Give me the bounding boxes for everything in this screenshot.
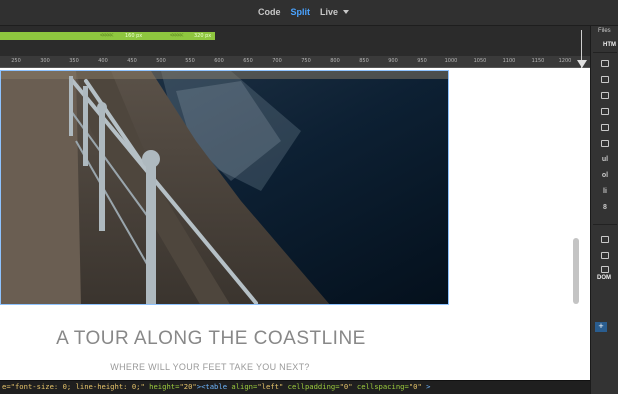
list-item-icon[interactable]: li — [600, 186, 610, 196]
header-icon-shape — [601, 235, 609, 243]
ruler-tick: 850 — [359, 58, 369, 64]
divider — [593, 224, 617, 225]
table-icon-shape — [601, 123, 609, 131]
ruler-tick: 950 — [417, 58, 427, 64]
code-attr-name: cellspacing= — [352, 382, 409, 391]
heading-icon[interactable] — [600, 106, 610, 116]
media-query-bar: <<<<< 160 px <<<<< 320 px — [0, 32, 590, 41]
media-query-end-label: 320 px — [194, 33, 212, 39]
dom-panel-tab[interactable]: DOM — [597, 275, 611, 281]
heading-icon-shape — [601, 107, 609, 115]
ruler-tick: 600 — [214, 58, 224, 64]
media-query-mid-label: 160 px — [125, 33, 143, 39]
ordered-list-icon[interactable]: ol — [600, 170, 610, 180]
code-attr-value: "0" — [339, 382, 353, 391]
page-subtitle: WHERE WILL YOUR FEET TAKE YOU NEXT? — [110, 362, 310, 372]
ruler-tick: 250 — [11, 58, 21, 64]
live-view-label: Live — [320, 7, 339, 17]
ruler-tick: 650 — [243, 58, 253, 64]
live-design-view: A TOUR ALONG THE COASTLINE WHERE WILL YO… — [0, 68, 590, 380]
code-attr-name: align= — [227, 382, 258, 391]
paragraph-icon[interactable] — [600, 90, 610, 100]
main-icon-shape — [601, 265, 609, 273]
ruler-tick: 500 — [156, 58, 166, 64]
ruler-tick: 1100 — [502, 58, 516, 64]
code-hint-bar[interactable]: e="font-size: 0; line-height: 0;" height… — [0, 380, 590, 394]
ruler-tick: 400 — [98, 58, 108, 64]
figure-icon[interactable] — [600, 138, 610, 148]
hero-image[interactable] — [0, 70, 449, 305]
table-icon[interactable] — [600, 122, 610, 132]
ruler-tick: 1000 — [444, 58, 458, 64]
ruler-tick: 450 — [127, 58, 137, 64]
add-element-button[interactable]: + — [595, 322, 607, 332]
code-attr-name: cellpadding= — [283, 382, 340, 391]
media-query-arrows-icon: <<<<< — [170, 33, 183, 39]
ruler-tick: 900 — [388, 58, 398, 64]
view-switcher: Code Split Live — [258, 7, 350, 17]
code-view-button[interactable]: Code — [258, 7, 281, 17]
code-attr-value: "20" — [179, 382, 197, 391]
chevron-down-icon — [343, 10, 350, 14]
ruler-tick: 1050 — [473, 58, 487, 64]
ruler-tick: 800 — [330, 58, 340, 64]
image-icon-shape — [601, 75, 609, 83]
code-attr-value: e="font-size: 0; line-height: 0;" — [2, 382, 145, 391]
figure-icon-shape — [601, 139, 609, 147]
main-icon[interactable] — [600, 264, 610, 274]
media-query-arrows-icon: <<<<< — [100, 33, 113, 39]
insert-html-tab[interactable]: HTM — [603, 42, 616, 48]
live-view-button[interactable]: Live — [320, 7, 350, 17]
navigation-icon[interactable] — [600, 250, 610, 260]
header-icon[interactable] — [600, 234, 610, 244]
vertical-scrollbar[interactable] — [573, 238, 579, 304]
ruler-tick: 750 — [301, 58, 311, 64]
ruler-tick: 1150 — [531, 58, 545, 64]
div-icon-shape — [601, 59, 609, 67]
code-attr-value: "0" — [408, 382, 422, 391]
document-toolbar: Code Split Live — [0, 0, 618, 26]
ruler-tick: 300 — [40, 58, 50, 64]
code-tag: > — [421, 382, 431, 391]
ruler-tick: 700 — [272, 58, 282, 64]
media-query-range[interactable]: <<<<< 160 px <<<<< 320 px — [0, 32, 215, 40]
image-icon[interactable] — [600, 74, 610, 84]
divider — [593, 52, 617, 53]
viewport-resize-handle-icon[interactable] — [577, 60, 587, 68]
div-icon[interactable] — [600, 58, 610, 68]
ruler-tick: 1200 — [558, 58, 572, 64]
link-icon[interactable]: 8 — [600, 202, 610, 212]
unordered-list-icon[interactable]: ul — [600, 154, 610, 164]
horizontal-ruler: 250 300 350 400 450 500 550 600 650 700 … — [0, 56, 590, 68]
code-tag: ><table — [196, 382, 228, 391]
navigation-icon-shape — [601, 251, 609, 259]
files-tab[interactable]: Files — [598, 28, 611, 34]
ruler-tick: 550 — [185, 58, 195, 64]
ruler-tick: 350 — [69, 58, 79, 64]
code-attr-name: height= — [144, 382, 180, 391]
paragraph-icon-shape — [601, 91, 609, 99]
right-panel: Files HTM ul ol li 8 DOM + — [590, 26, 618, 394]
split-view-button[interactable]: Split — [291, 7, 311, 17]
coastline-photo — [1, 71, 448, 304]
code-attr-value: "left" — [257, 382, 284, 391]
page-title: A TOUR ALONG THE COASTLINE — [56, 328, 366, 349]
